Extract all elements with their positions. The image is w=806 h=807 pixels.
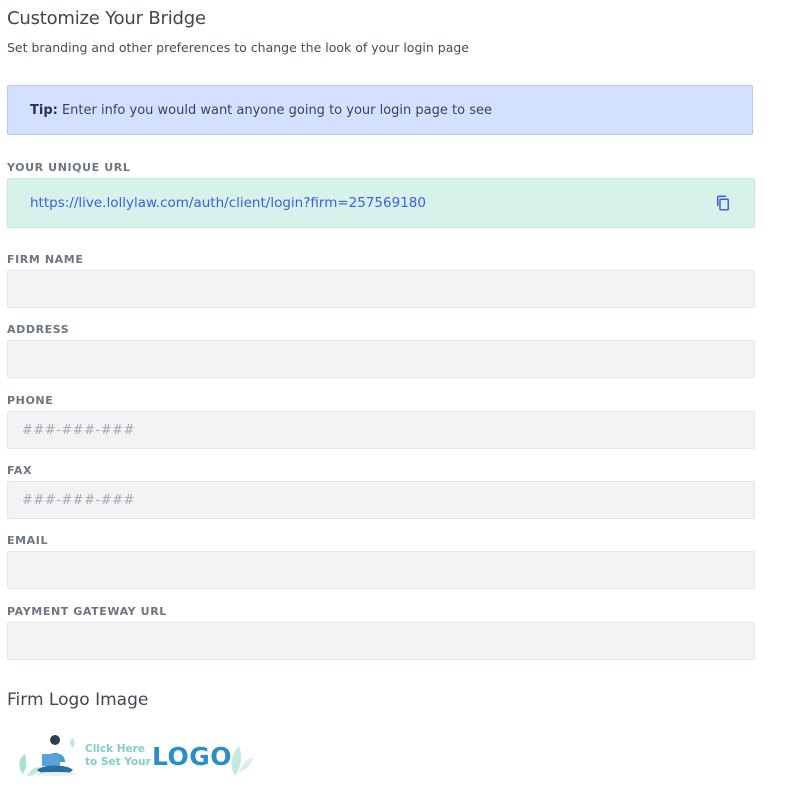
email-field[interactable] [7,551,755,589]
firm-name-label: FIRM NAME [7,253,84,266]
tip-text: Tip: Enter info you would want anyone go… [30,103,492,118]
tip-banner: Tip: Enter info you would want anyone go… [7,85,753,135]
payment-gateway-url-field[interactable] [7,622,755,660]
set-logo-cta: Click Here to Set Your [85,743,151,769]
page-title: Customize Your Bridge [7,8,206,29]
fax-label: FAX [7,464,33,477]
unique-url-box: https://live.lollylaw.com/auth/client/lo… [7,178,755,228]
set-logo-cta-line2: to Set Your [85,756,151,768]
unique-url-link[interactable]: https://live.lollylaw.com/auth/client/lo… [30,195,426,211]
tip-message: Enter info you would want anyone going t… [57,103,492,118]
unique-url-label: YOUR UNIQUE URL [7,161,131,174]
tip-label: Tip: [30,103,58,118]
logo-wordmark: LOGO [152,742,233,771]
firm-logo-title: Firm Logo Image [7,690,149,710]
address-field[interactable] [7,340,755,378]
phone-label: PHONE [7,394,54,407]
page-subtitle: Set branding and other preferences to ch… [7,40,469,55]
set-logo-cta-line1: Click Here [85,743,145,755]
phone-field[interactable] [7,411,755,449]
set-logo-button[interactable]: Click Here to Set Your LOGO [15,728,255,784]
fax-field[interactable] [7,481,755,519]
payment-gateway-url-label: PAYMENT GATEWAY URL [7,605,167,618]
email-label: EMAIL [7,534,49,547]
firm-name-field[interactable] [7,270,755,308]
copy-icon[interactable] [714,194,732,212]
address-label: ADDRESS [7,323,70,336]
